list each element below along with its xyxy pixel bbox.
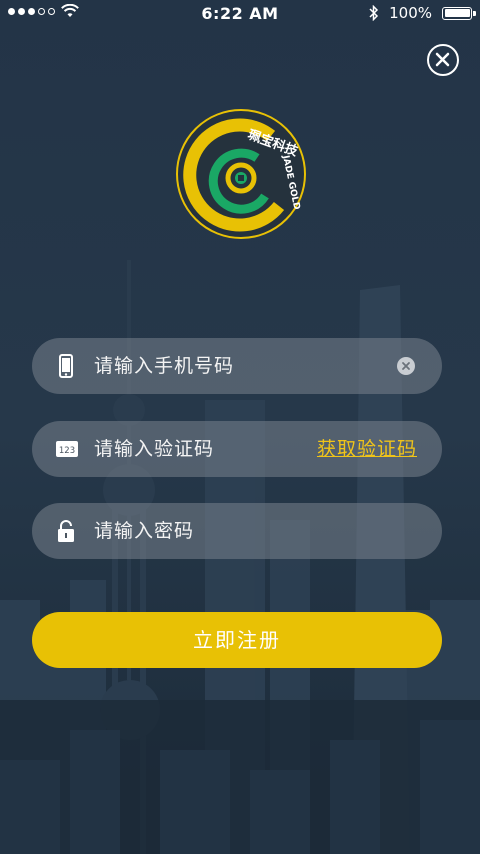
password-placeholder: 请输入密码 bbox=[94, 520, 195, 542]
battery-icon bbox=[442, 6, 476, 20]
clear-button[interactable] bbox=[397, 357, 415, 375]
code-placeholder: 请输入验证码 bbox=[94, 438, 215, 460]
code-field[interactable]: 123 请输入验证码 获取验证码 bbox=[32, 421, 442, 477]
bluetooth-icon bbox=[369, 5, 379, 21]
brand-logo: 珮宝科技 JADE GOLD bbox=[176, 109, 306, 239]
battery-percent: 100% bbox=[389, 4, 432, 22]
register-button[interactable]: 立即注册 bbox=[32, 612, 442, 668]
close-icon bbox=[435, 52, 450, 67]
phone-field[interactable]: 请输入手机号码 bbox=[32, 338, 442, 394]
battery-fill bbox=[444, 9, 470, 17]
password-field[interactable]: 请输入密码 bbox=[32, 503, 442, 559]
status-bar: 6:22 AM 100% bbox=[0, 0, 480, 26]
code-icon-text: 123 bbox=[59, 446, 75, 456]
status-right: 100% bbox=[369, 4, 476, 22]
lock-icon bbox=[58, 520, 74, 542]
code-icon: 123 bbox=[56, 441, 78, 457]
clear-icon bbox=[402, 362, 410, 370]
get-code-button[interactable]: 获取验证码 bbox=[317, 421, 417, 477]
phone-icon bbox=[59, 354, 73, 378]
close-button[interactable] bbox=[427, 44, 459, 76]
phone-placeholder: 请输入手机号码 bbox=[94, 355, 235, 377]
